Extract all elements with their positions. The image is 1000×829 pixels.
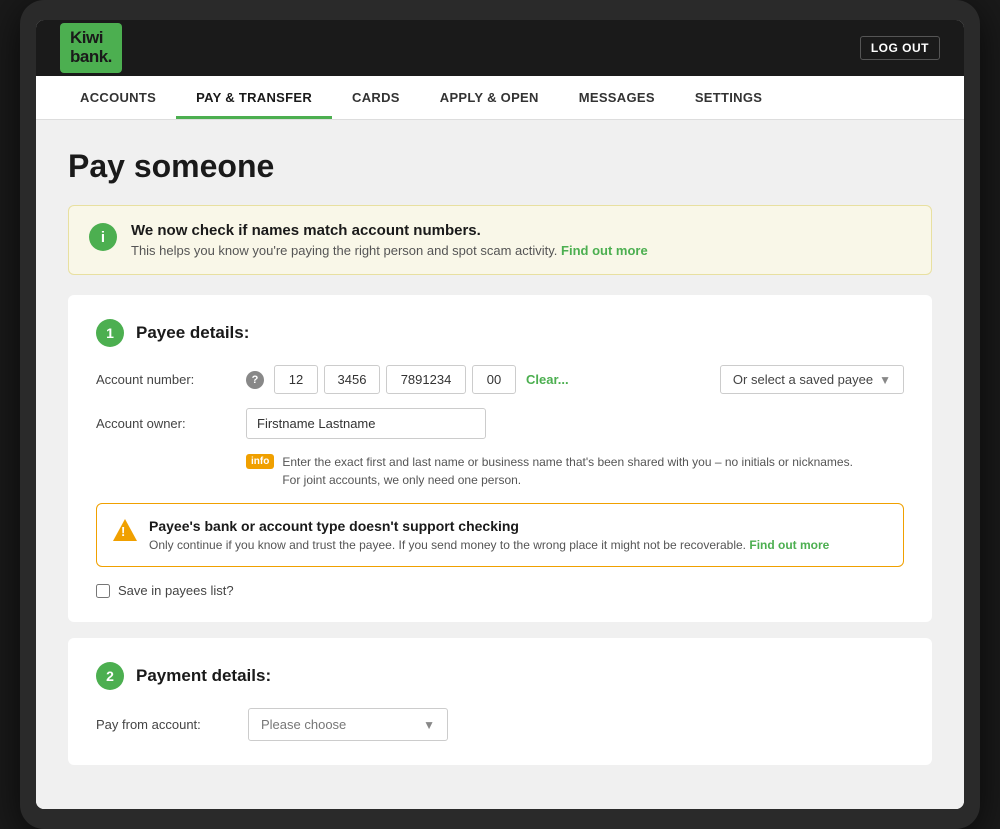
logo: Kiwi bank. <box>60 23 122 72</box>
page-title: Pay someone <box>68 148 932 185</box>
main-content: Pay someone i We now check if names matc… <box>36 120 964 809</box>
pay-from-row: Pay from account: Please choose ▼ <box>96 708 904 741</box>
info-banner-body: This helps you know you're paying the ri… <box>131 243 648 258</box>
warning-body: Only continue if you know and trust the … <box>149 538 829 552</box>
payee-section: 1 Payee details: Account number: ? Clear… <box>68 295 932 622</box>
nav-item-pay-transfer[interactable]: PAY & TRANSFER <box>176 76 332 119</box>
account-owner-row: Account owner: <box>96 408 904 439</box>
nav-item-messages[interactable]: MESSAGES <box>559 76 675 119</box>
nav-item-settings[interactable]: SETTINGS <box>675 76 782 119</box>
chevron-down-icon: ▼ <box>879 373 891 387</box>
acct-input-suffix[interactable] <box>472 365 516 394</box>
payment-section-title: Payment details: <box>136 666 271 686</box>
account-number-label: Account number: <box>96 372 236 387</box>
info-banner-heading: We now check if names match account numb… <box>131 222 648 239</box>
payee-section-header: 1 Payee details: <box>96 319 904 347</box>
save-payee-checkbox[interactable] <box>96 584 110 598</box>
select-saved-payee-dropdown[interactable]: Or select a saved payee ▼ <box>720 365 904 394</box>
logout-button[interactable]: LOG OUT <box>860 36 940 60</box>
info-note: info Enter the exact first and last name… <box>246 453 904 489</box>
account-number-row: Account number: ? Clear... Or select a s… <box>96 365 904 394</box>
account-owner-label: Account owner: <box>96 416 236 431</box>
nav-item-apply-open[interactable]: APPLY & OPEN <box>420 76 559 119</box>
step-badge-1: 1 <box>96 319 124 347</box>
payment-section: 2 Payment details: Pay from account: Ple… <box>68 638 932 765</box>
screen: Kiwi bank. LOG OUT ACCOUNTS PAY & TRANSF… <box>36 20 964 809</box>
info-circle-icon: i <box>89 223 117 251</box>
info-note-text: Enter the exact first and last name or b… <box>282 453 853 489</box>
warning-heading: Payee's bank or account type doesn't sup… <box>149 518 829 534</box>
logo-line2: bank. <box>70 48 112 67</box>
tablet-frame: Kiwi bank. LOG OUT ACCOUNTS PAY & TRANSF… <box>20 0 980 829</box>
help-icon[interactable]: ? <box>246 371 264 389</box>
account-inputs: Clear... <box>274 365 710 394</box>
warning-link[interactable]: Find out more <box>749 538 829 552</box>
pay-from-dropdown[interactable]: Please choose ▼ <box>248 708 448 741</box>
info-banner: i We now check if names match account nu… <box>68 205 932 275</box>
payment-section-header: 2 Payment details: <box>96 662 904 690</box>
warning-triangle-icon <box>113 519 137 543</box>
warning-box: Payee's bank or account type doesn't sup… <box>96 503 904 567</box>
save-payee-row: Save in payees list? <box>96 583 904 598</box>
acct-input-bank[interactable] <box>274 365 318 394</box>
account-owner-input[interactable] <box>246 408 486 439</box>
payee-section-title: Payee details: <box>136 323 249 343</box>
info-banner-text: We now check if names match account numb… <box>131 222 648 258</box>
step-badge-2: 2 <box>96 662 124 690</box>
info-tag: info <box>246 454 274 469</box>
nav-item-cards[interactable]: CARDS <box>332 76 420 119</box>
nav-item-accounts[interactable]: ACCOUNTS <box>60 76 176 119</box>
pay-from-label: Pay from account: <box>96 717 236 732</box>
chevron-down-icon-2: ▼ <box>423 718 435 732</box>
logo-line1: Kiwi <box>70 29 112 48</box>
acct-input-account[interactable] <box>386 365 466 394</box>
info-banner-link[interactable]: Find out more <box>561 243 648 258</box>
acct-input-branch[interactable] <box>324 365 380 394</box>
warning-text: Payee's bank or account type doesn't sup… <box>149 518 829 552</box>
pay-from-placeholder: Please choose <box>261 717 346 732</box>
top-bar: Kiwi bank. LOG OUT <box>36 20 964 76</box>
save-payee-label: Save in payees list? <box>118 583 234 598</box>
clear-link[interactable]: Clear... <box>526 372 569 387</box>
nav-bar: ACCOUNTS PAY & TRANSFER CARDS APPLY & OP… <box>36 76 964 120</box>
